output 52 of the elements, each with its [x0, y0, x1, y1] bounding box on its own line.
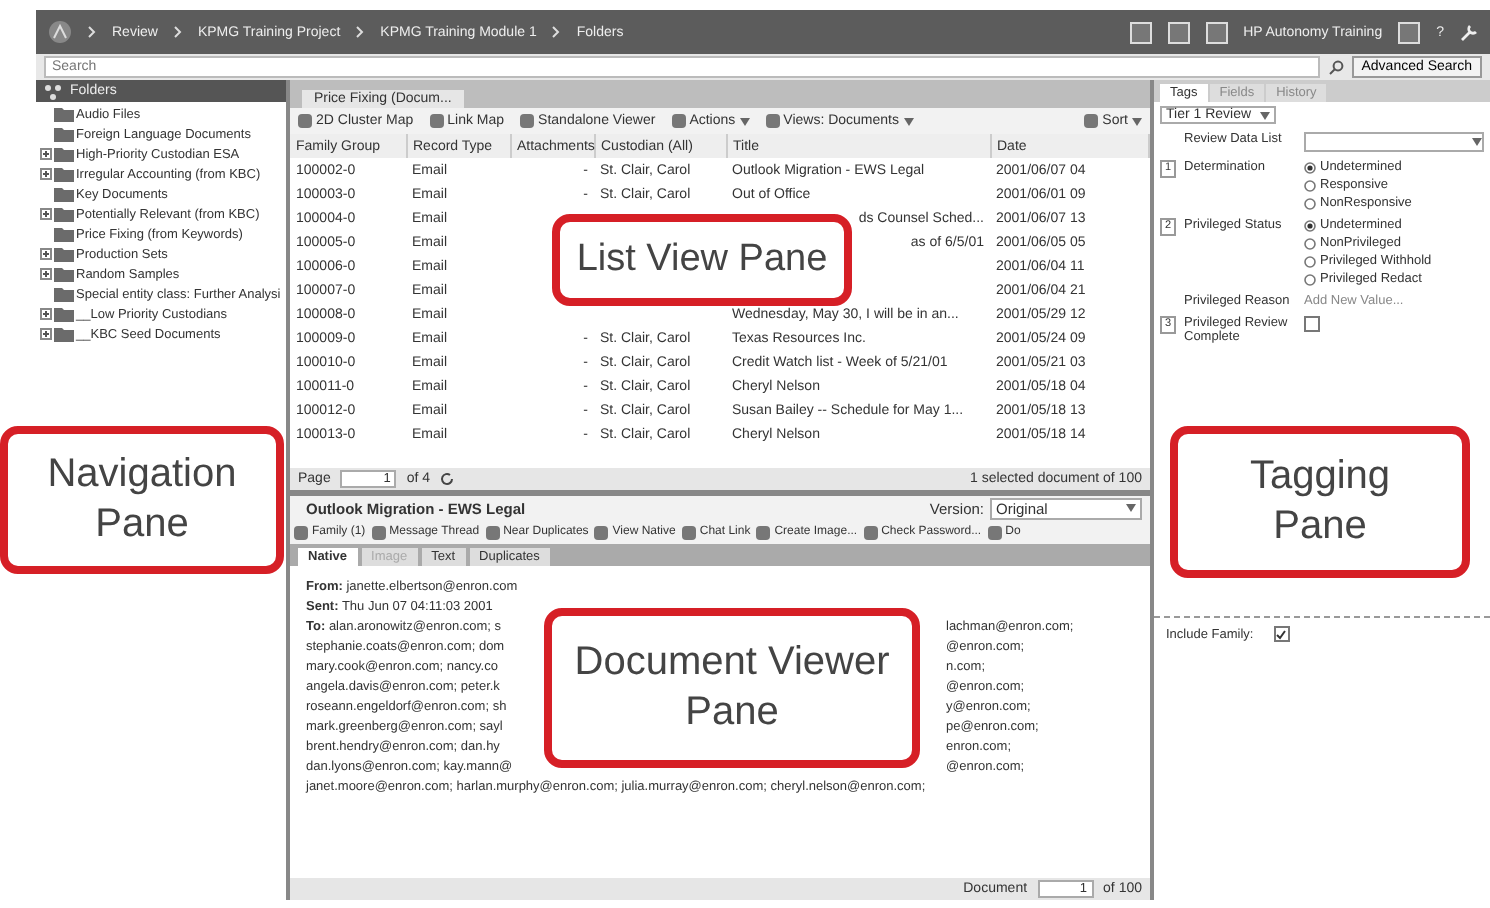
toolbar-icon — [485, 525, 500, 539]
layout-icon[interactable] — [1167, 21, 1190, 43]
radio-button[interactable] — [1304, 237, 1316, 249]
toolbar-icon — [671, 114, 686, 128]
toolbar-icon — [429, 114, 444, 128]
checkbox[interactable] — [1273, 626, 1290, 642]
caret-icon — [1132, 117, 1142, 125]
tree-icon — [44, 83, 62, 99]
toolbar-icon — [294, 525, 308, 539]
refresh-icon[interactable] — [440, 472, 455, 486]
chevron-icon — [356, 26, 365, 38]
callout-label: Document Viewer Pane — [544, 608, 920, 768]
caret-icon — [903, 117, 913, 125]
toolbar-icon — [756, 525, 771, 539]
toolbar-icon — [987, 525, 1002, 539]
app-logo-icon — [48, 20, 72, 44]
expand-icon[interactable] — [40, 308, 52, 320]
callout-label: Navigation Pane — [0, 426, 284, 574]
expand-icon[interactable] — [40, 168, 52, 180]
chevron-icon — [552, 26, 561, 38]
radio-button[interactable] — [1304, 161, 1316, 173]
caret-icon — [1126, 504, 1136, 512]
expand-icon[interactable] — [40, 328, 52, 340]
toolbar-icon — [681, 525, 696, 539]
callout-label: Tagging Pane — [1170, 426, 1470, 578]
toolbar-icon — [298, 114, 312, 128]
radio-button[interactable] — [1304, 273, 1316, 285]
caret-icon — [1259, 111, 1270, 119]
toolbar-icon — [371, 525, 386, 539]
checkbox[interactable] — [1304, 316, 1320, 332]
search-icon[interactable] — [1327, 59, 1344, 75]
expand-icon[interactable] — [40, 248, 52, 260]
expand-icon[interactable] — [40, 208, 52, 220]
sort-icon — [1084, 114, 1099, 128]
toolbar-icon — [520, 114, 535, 128]
radio-button[interactable] — [1304, 219, 1316, 231]
chevron-icon — [88, 26, 96, 38]
radio-button[interactable] — [1304, 197, 1316, 209]
toolbar-icon — [594, 525, 609, 539]
radio-button[interactable] — [1304, 179, 1316, 191]
expand-icon[interactable] — [40, 148, 52, 160]
caret-icon — [739, 117, 750, 125]
toolbar-icon — [863, 525, 878, 539]
layout-icon[interactable] — [1129, 21, 1152, 43]
radio-button[interactable] — [1304, 255, 1316, 267]
expand-icon[interactable] — [40, 268, 52, 280]
caret-icon — [1472, 138, 1482, 146]
callout-label: List View Pane — [552, 214, 852, 306]
layout-icon[interactable] — [1205, 21, 1228, 43]
toolbar-icon — [765, 114, 780, 128]
chevron-icon — [173, 26, 182, 38]
wrench-icon[interactable] — [1460, 23, 1478, 41]
